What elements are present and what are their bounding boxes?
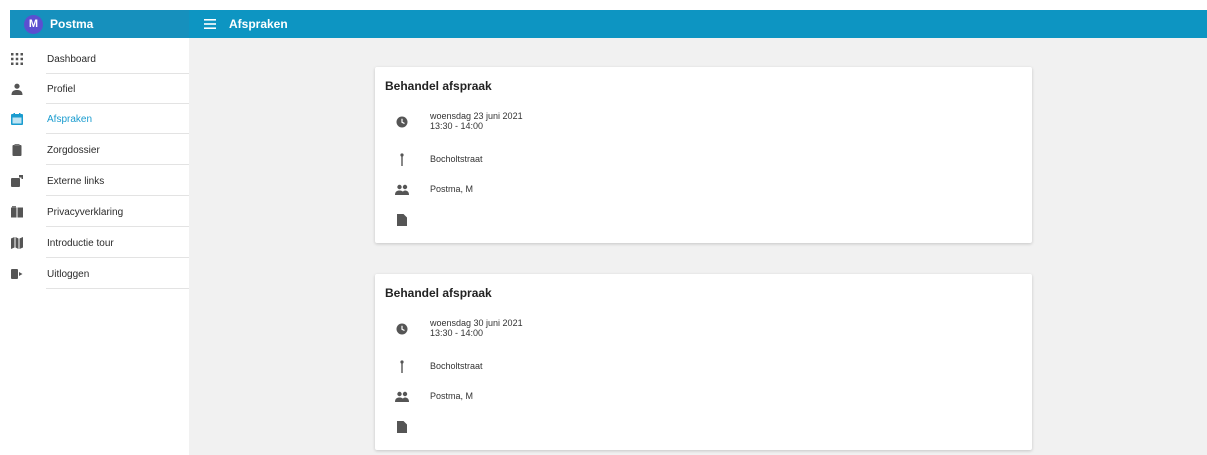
appointment-card[interactable]: Behandel afspraak woensdag 30 juni 2021 … — [375, 274, 1032, 450]
sidebar-item-label: Uitloggen — [47, 268, 90, 280]
appointment-datetime: woensdag 30 juni 2021 13:30 - 14:00 — [375, 318, 1032, 342]
sidebar-item-label: Privacyverklaring — [47, 206, 124, 218]
location-pin-icon — [395, 360, 409, 374]
sidebar: Dashboard Profiel Afspraken Zorgdossier … — [0, 38, 189, 455]
user-name: Postma — [50, 17, 94, 31]
clock-icon — [395, 322, 409, 336]
map-icon — [10, 236, 24, 250]
appointment-datetime: woensdag 23 juni 2021 13:30 - 14:00 — [375, 111, 1032, 135]
top-app-bar: M Postma Afspraken — [10, 10, 1207, 38]
sidebar-item-introductie-tour[interactable]: Introductie tour — [0, 228, 189, 258]
appointment-title: Behandel afspraak — [385, 286, 492, 300]
people-icon — [395, 183, 409, 197]
main-content: Behandel afspraak woensdag 23 juni 2021 … — [189, 38, 1207, 455]
divider — [46, 288, 189, 289]
sidebar-item-profiel[interactable]: Profiel — [0, 74, 189, 104]
attendee-text: Postma, M — [430, 391, 474, 401]
appointment-location: Bocholtstraat — [375, 356, 1032, 380]
appointment-date: woensdag 23 juni 2021 — [430, 111, 523, 121]
calendar-icon — [10, 112, 24, 126]
sidebar-item-afspraken[interactable]: Afspraken — [0, 104, 189, 134]
sidebar-item-privacyverklaring[interactable]: Privacyverklaring — [0, 197, 189, 227]
appointment-document[interactable] — [375, 209, 1032, 233]
divider — [46, 257, 189, 258]
sidebar-item-label: Externe links — [47, 175, 105, 187]
appointment-attendee: Postma, M — [375, 386, 1032, 410]
sidebar-item-dashboard[interactable]: Dashboard — [0, 44, 189, 74]
sidebar-item-label: Dashboard — [47, 53, 96, 65]
avatar[interactable]: M — [24, 14, 43, 34]
appointment-card[interactable]: Behandel afspraak woensdag 23 juni 2021 … — [375, 67, 1032, 243]
appointment-attendee: Postma, M — [375, 179, 1032, 203]
appointment-document[interactable] — [375, 416, 1032, 440]
divider — [46, 164, 189, 165]
sidebar-item-externe-links[interactable]: Externe links — [0, 166, 189, 196]
book-icon — [10, 205, 24, 219]
external-link-icon — [10, 174, 24, 188]
appointment-location: Bocholtstraat — [375, 149, 1032, 173]
document-icon — [395, 213, 409, 227]
sidebar-item-label: Introductie tour — [47, 237, 114, 249]
person-icon — [10, 82, 24, 96]
appointment-time: 13:30 - 14:00 — [430, 121, 484, 131]
appointment-time: 13:30 - 14:00 — [430, 328, 484, 338]
location-pin-icon — [395, 153, 409, 167]
clipboard-icon — [10, 143, 24, 157]
app-window: M Postma Afspraken Dashboard Profiel Afs… — [0, 0, 1207, 455]
location-text: Bocholtstraat — [430, 154, 483, 164]
appointment-title: Behandel afspraak — [385, 79, 492, 93]
sidebar-item-zorgdossier[interactable]: Zorgdossier — [0, 135, 189, 165]
sidebar-item-label: Zorgdossier — [47, 144, 100, 156]
location-text: Bocholtstraat — [430, 361, 483, 371]
sidebar-item-label: Profiel — [47, 83, 76, 95]
user-brand: M Postma — [10, 10, 189, 38]
attendee-text: Postma, M — [430, 184, 474, 194]
clock-icon — [395, 115, 409, 129]
page-title: Afspraken — [229, 17, 288, 31]
sidebar-item-label: Afspraken — [47, 113, 93, 125]
logout-icon — [10, 267, 24, 281]
divider — [46, 226, 189, 227]
apps-grid-icon — [10, 52, 24, 66]
people-icon — [395, 390, 409, 404]
document-icon — [395, 420, 409, 434]
menu-button[interactable] — [201, 15, 219, 33]
sidebar-item-uitloggen[interactable]: Uitloggen — [0, 259, 189, 289]
divider — [46, 195, 189, 196]
appointment-date: woensdag 30 juni 2021 — [430, 318, 523, 328]
divider — [46, 133, 189, 134]
hamburger-menu-icon — [204, 19, 216, 29]
